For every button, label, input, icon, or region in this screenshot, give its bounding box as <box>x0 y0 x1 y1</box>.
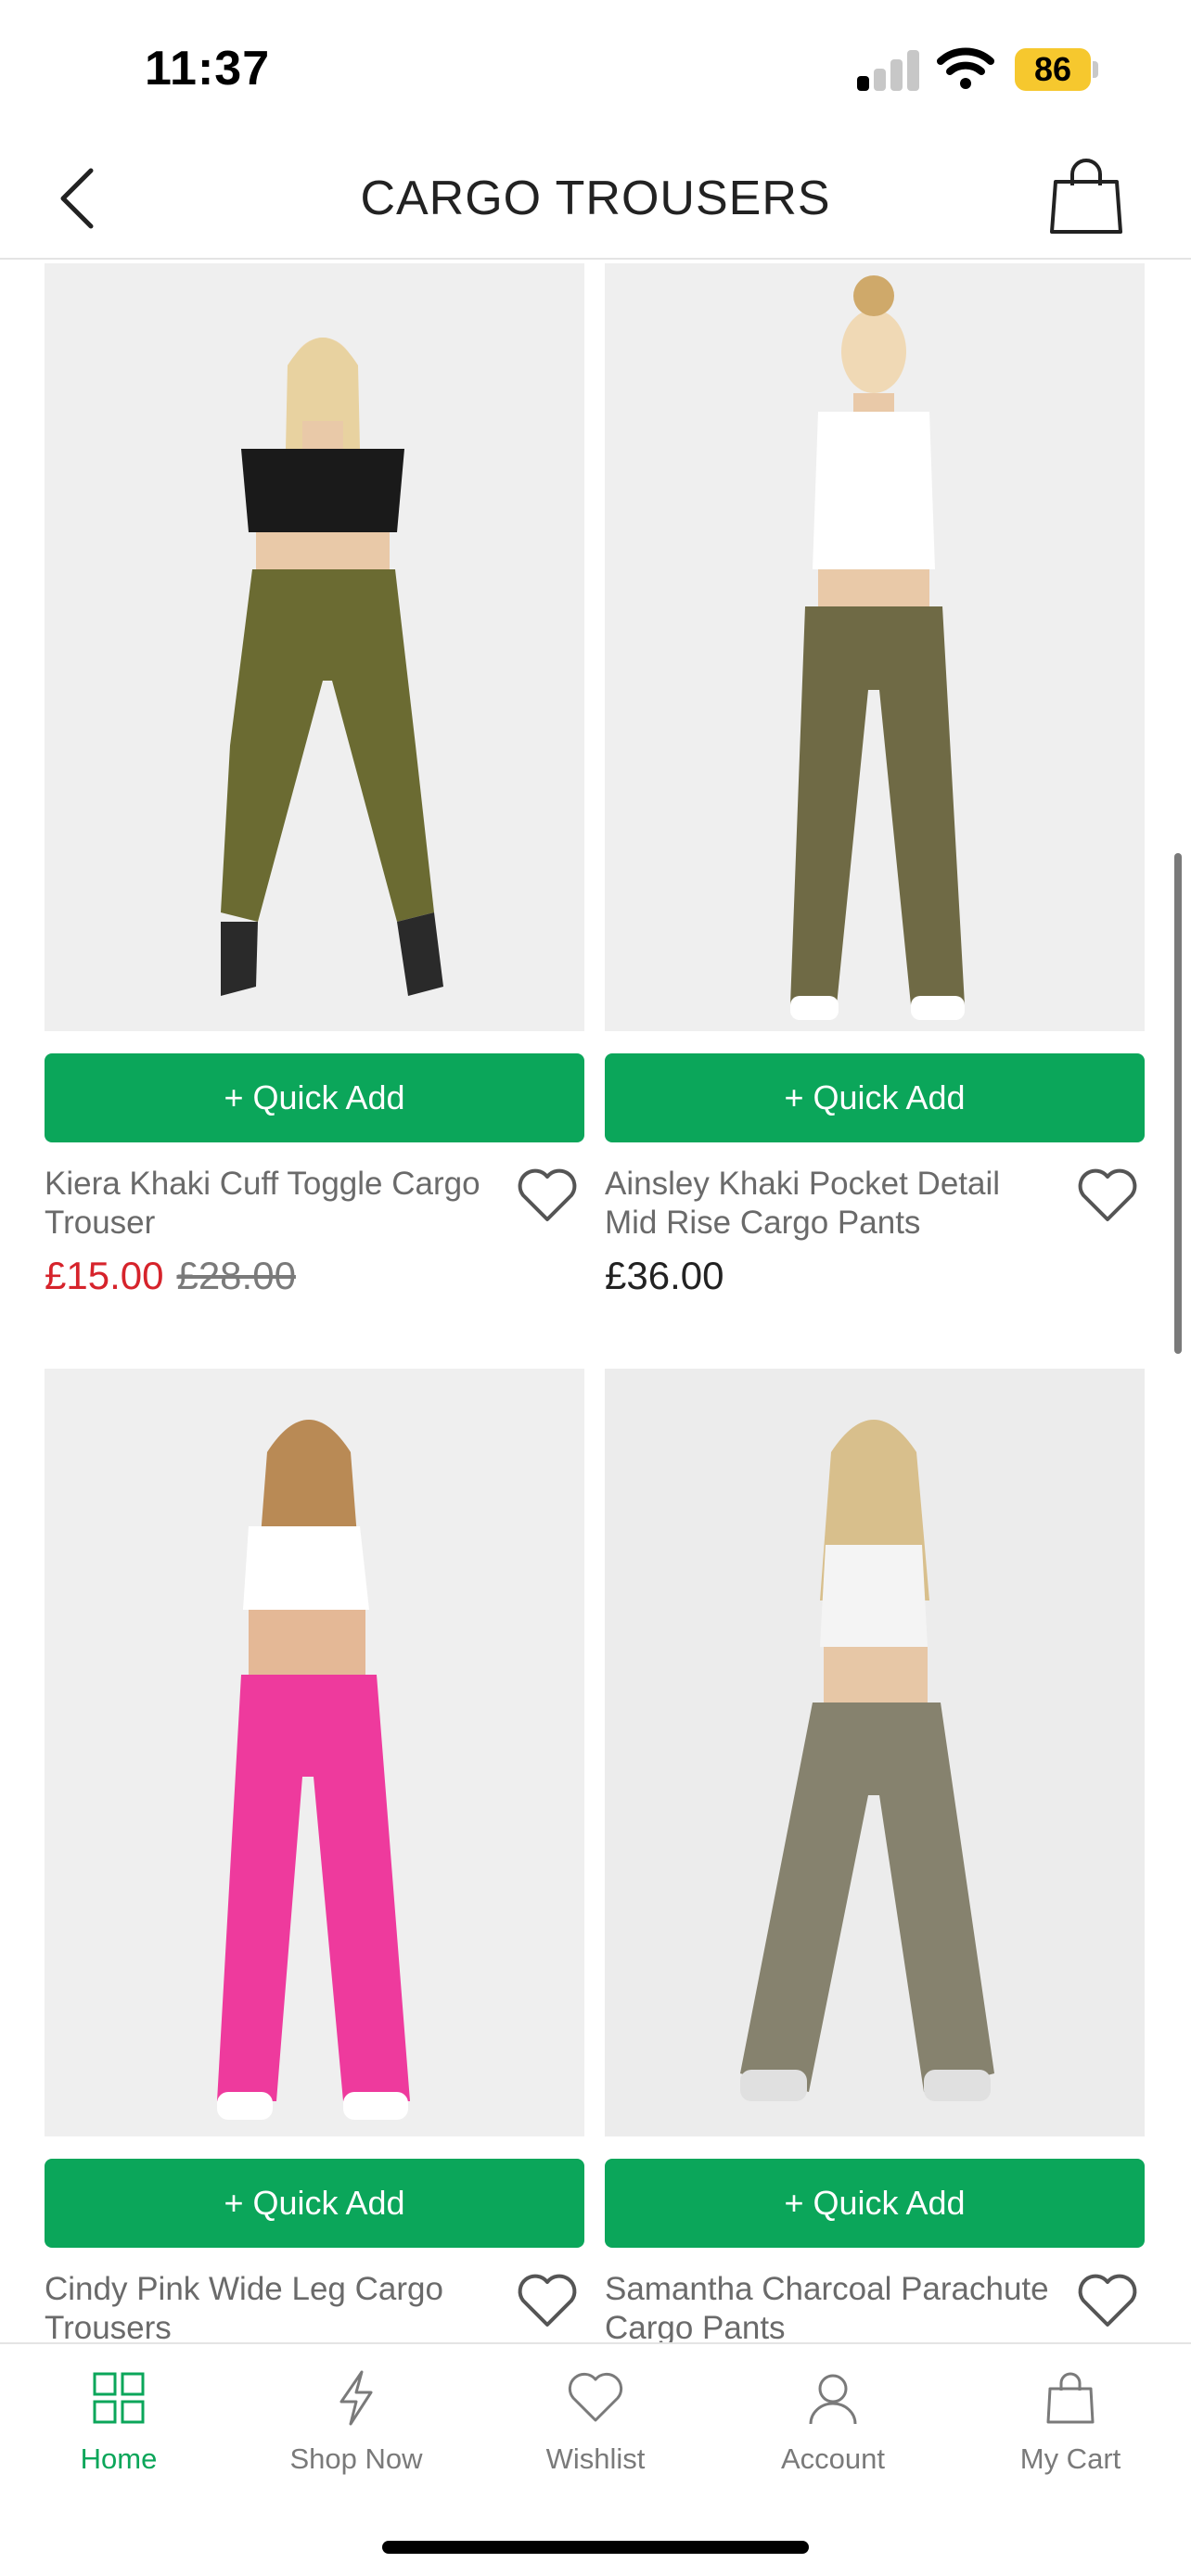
battery-icon: 86 <box>1015 48 1098 91</box>
tab-label: Shop Now <box>289 2442 423 2475</box>
tab-label: Home <box>80 2442 158 2475</box>
wishlist-heart-icon[interactable] <box>516 1167 579 1225</box>
tab-account[interactable]: Account <box>740 2370 926 2500</box>
wishlist-heart-icon[interactable] <box>516 2273 579 2330</box>
grid-icon <box>93 2372 145 2424</box>
quick-add-button[interactable]: + Quick Add <box>45 2159 584 2248</box>
product-price: £15.00 £28.00 <box>45 1254 296 1298</box>
product-name[interactable]: Samantha Charcoal Parachute Cargo Pants <box>605 2270 1050 2342</box>
shopping-bag-button[interactable] <box>1044 156 1128 239</box>
tab-label: Account <box>780 2442 885 2475</box>
product-image[interactable] <box>45 263 584 1031</box>
status-time: 11:37 <box>145 42 271 96</box>
heart-icon <box>568 2372 623 2422</box>
product-image[interactable] <box>605 263 1145 1031</box>
product-image[interactable] <box>605 1369 1145 2136</box>
cellular-signal-icon <box>857 48 920 91</box>
product-name[interactable]: Cindy Pink Wide Leg Cargo Trousers <box>45 2270 490 2342</box>
tab-my-cart[interactable]: My Cart <box>978 2370 1163 2500</box>
tab-label: My Cart <box>1019 2442 1121 2475</box>
tab-label: Wishlist <box>545 2442 646 2475</box>
bag-icon <box>1046 2372 1095 2424</box>
product-name[interactable]: Kiera Khaki Cuff Toggle Cargo Trouser <box>45 1165 490 1243</box>
price: £36.00 <box>605 1254 724 1297</box>
home-indicator[interactable] <box>382 2541 809 2554</box>
lightning-icon <box>339 2370 373 2426</box>
original-price: £28.00 <box>176 1254 296 1297</box>
scrollbar[interactable] <box>1174 853 1182 1354</box>
quick-add-button[interactable]: + Quick Add <box>45 1053 584 1142</box>
wishlist-heart-icon[interactable] <box>1076 2273 1139 2330</box>
quick-add-button[interactable]: + Quick Add <box>605 1053 1145 1142</box>
status-bar: 11:37 86 <box>0 0 1191 139</box>
person-icon <box>809 2374 857 2425</box>
tab-shop-now[interactable]: Shop Now <box>263 2370 449 2500</box>
page-title: CARGO TROUSERS <box>360 172 831 225</box>
wishlist-heart-icon[interactable] <box>1076 1167 1139 1225</box>
tab-home[interactable]: Home <box>26 2370 211 2500</box>
wifi-icon <box>937 47 994 89</box>
product-grid: + Quick Add Kiera Khaki Cuff Toggle Carg… <box>0 261 1191 2342</box>
battery-level: 86 <box>1033 50 1072 88</box>
product-image[interactable] <box>45 1369 584 2136</box>
tab-wishlist[interactable]: Wishlist <box>503 2370 688 2500</box>
sale-price: £15.00 <box>45 1254 164 1297</box>
page-header: CARGO TROUSERS <box>0 139 1191 260</box>
product-name[interactable]: Ainsley Khaki Pocket Detail Mid Rise Car… <box>605 1165 1050 1243</box>
quick-add-button[interactable]: + Quick Add <box>605 2159 1145 2248</box>
product-price: £36.00 <box>605 1254 724 1298</box>
